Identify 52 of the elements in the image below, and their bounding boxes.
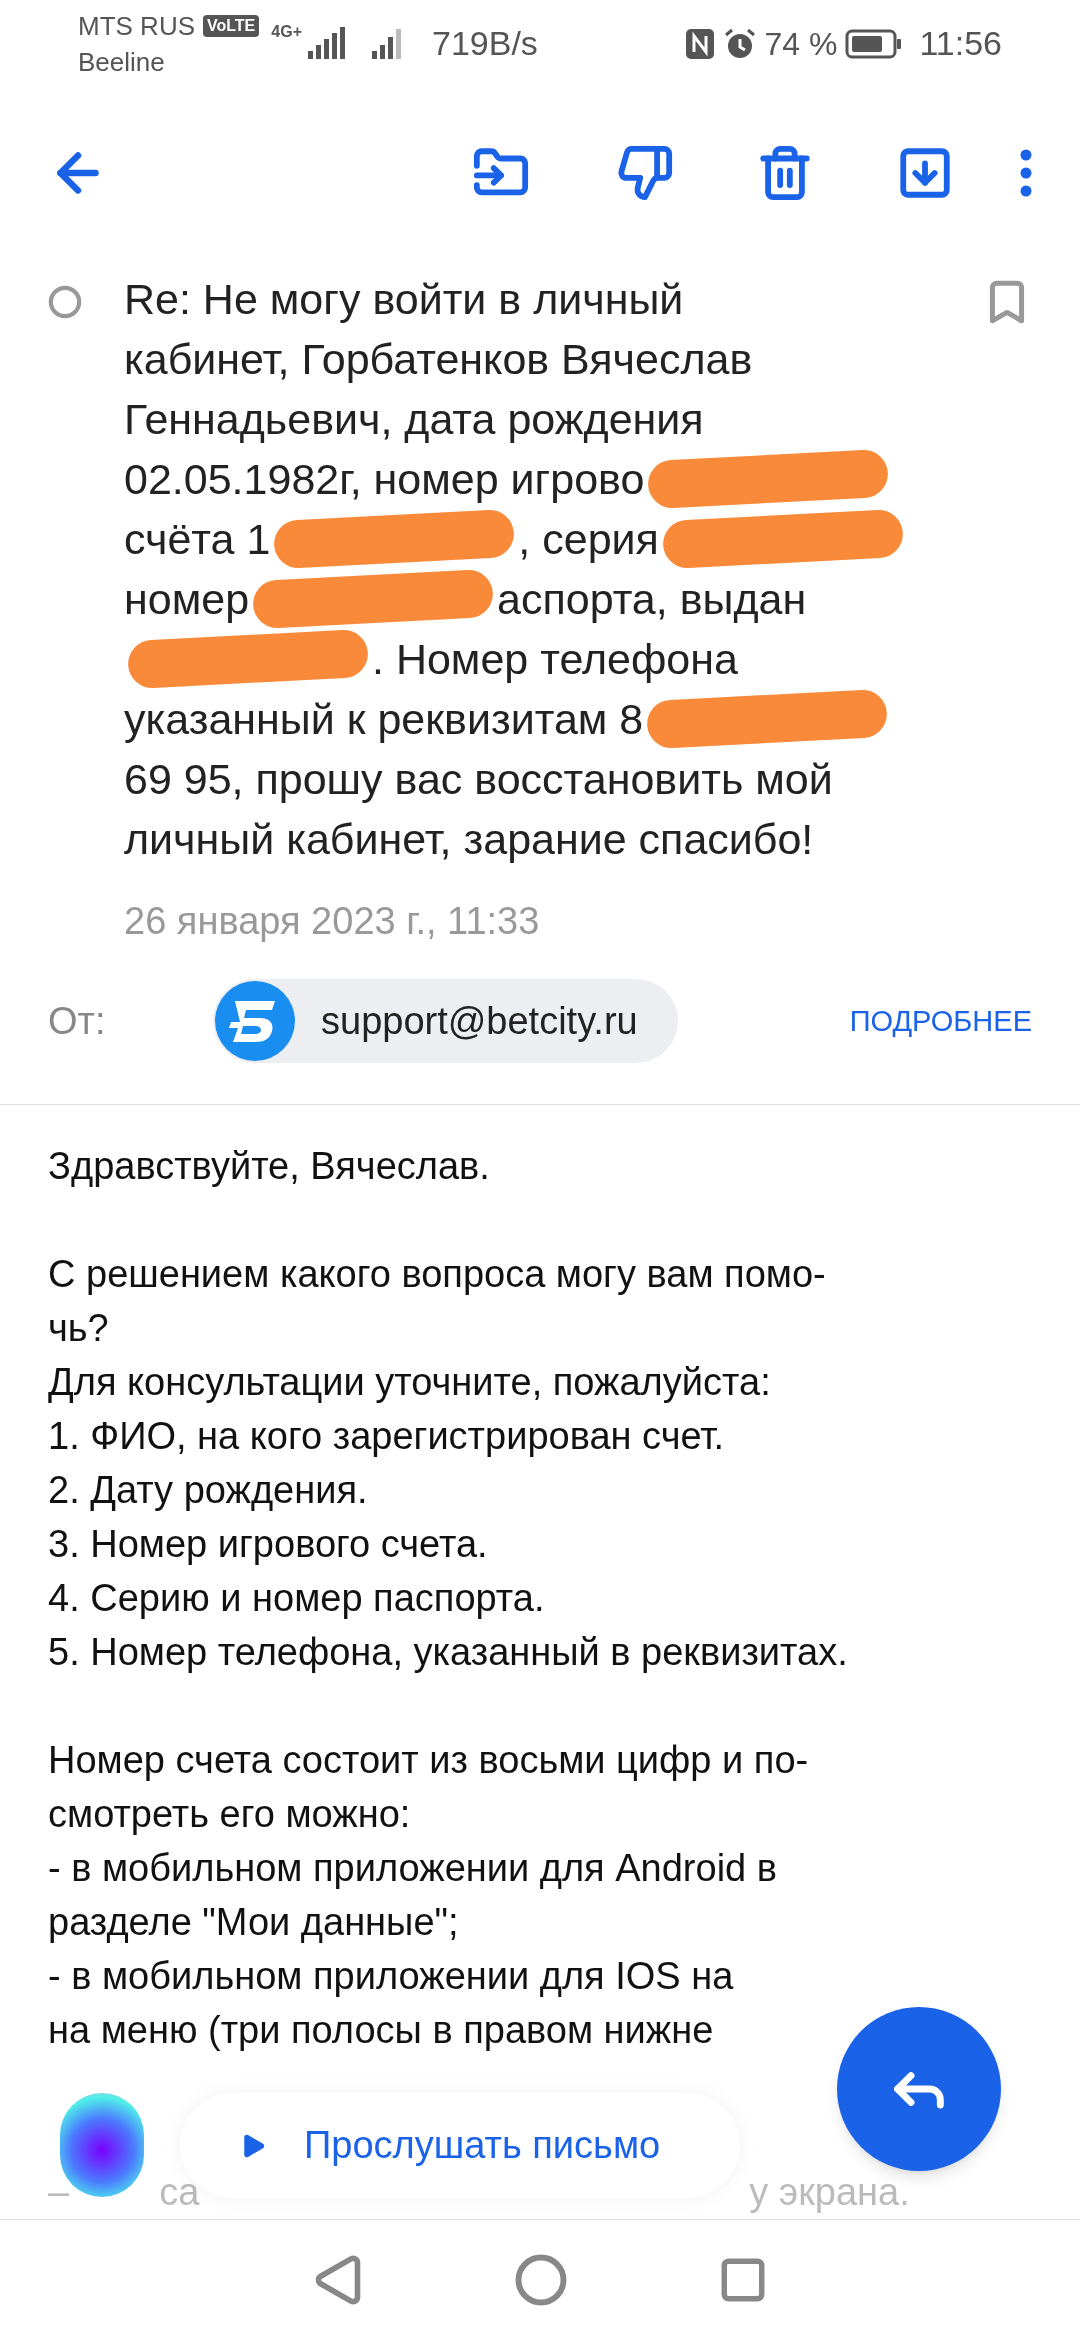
details-link[interactable]: ПОДРОБНЕЕ: [849, 999, 1032, 1044]
message-line: 5. Номер телефона, указанный в реквизитах.: [48, 1630, 849, 1676]
sender-email: support@betcity.ru: [321, 998, 638, 1044]
carrier-name: MTS RUS: [78, 9, 195, 43]
battery-percent: 74 %: [764, 24, 838, 64]
data-speed: 719B/s: [432, 23, 538, 65]
from-label: От:: [48, 998, 107, 1044]
subject-text: номер: [124, 573, 250, 625]
subject-text: кабинет, Горбатенков Вячеслав: [124, 333, 753, 385]
message-fragment: у экрана.: [749, 2170, 910, 2216]
message-line: 3. Номер игрового счета.: [48, 1522, 489, 1568]
network-type: 4G+: [271, 22, 302, 42]
thumbs-down-icon: [616, 144, 674, 203]
message-line: Номер счета состоит из восьми цифр и по-: [48, 1738, 810, 1784]
message-line: разделе "Мои данные";: [48, 1900, 460, 1946]
message-line: 1. ФИО, на кого зарегистрирован счет.: [48, 1414, 726, 1460]
message-line: на меню (три полосы в правом нижне: [48, 2008, 715, 2054]
message-line: - в мобильном приложении для IOS на: [48, 1954, 735, 2000]
message-line: Для консультации уточните, пожалуйста:: [48, 1360, 772, 1406]
alarm-icon: [722, 26, 757, 61]
message-fragment: –: [48, 2170, 70, 2216]
subject-text: аспорта, выдан: [497, 573, 807, 625]
subject-text: личный кабинет, зарание спасибо!: [124, 813, 814, 865]
home-nav-button[interactable]: [514, 2253, 568, 2308]
message-line: - в мобильном приложении для Android в: [48, 1846, 778, 1892]
subject-text: счёта 1: [124, 513, 271, 565]
message-line: 2. Дату рождения.: [48, 1468, 369, 1514]
subject-text: Re: Не могу войти в личный: [124, 273, 684, 325]
message-line: смотреть его можно:: [48, 1792, 412, 1838]
more-icon: [1020, 149, 1032, 198]
subject-text: . Номер телефона: [372, 633, 738, 685]
email-date: 26 января 2023 г., 11:33: [124, 898, 541, 944]
battery-icon: [845, 28, 904, 59]
subject-text: , серия: [518, 513, 659, 565]
message-line: 4. Серию и номер паспорта.: [48, 1576, 546, 1622]
subject-text: указанный к реквизитам 8: [124, 693, 644, 745]
sender-chip[interactable]: support@betcity.ru: [213, 979, 678, 1064]
clock: 11:56: [919, 23, 1002, 65]
unread-circle-icon: [48, 284, 82, 319]
message-line: чь?: [48, 1306, 110, 1352]
message-line: С решением какого вопроса могу вам помо-: [48, 1252, 827, 1298]
volte-badge: VoLTE: [203, 14, 260, 37]
subject-text: 69 95, прошу вас восстановить мой: [124, 753, 833, 805]
carrier-name: Beeline: [78, 45, 166, 79]
logo-icon: [213, 979, 297, 1064]
home-circle-icon: [514, 2253, 568, 2308]
subject-text: 02.05.1982г, номер игрово: [124, 453, 645, 505]
nfc-icon: [684, 27, 715, 60]
signal-icon: [370, 26, 404, 61]
subject-text: Геннадьевич, дата рождения: [124, 393, 704, 445]
signal-icon: [306, 26, 346, 61]
message-line: Здравствуйте, Вячеслав.: [48, 1144, 491, 1190]
